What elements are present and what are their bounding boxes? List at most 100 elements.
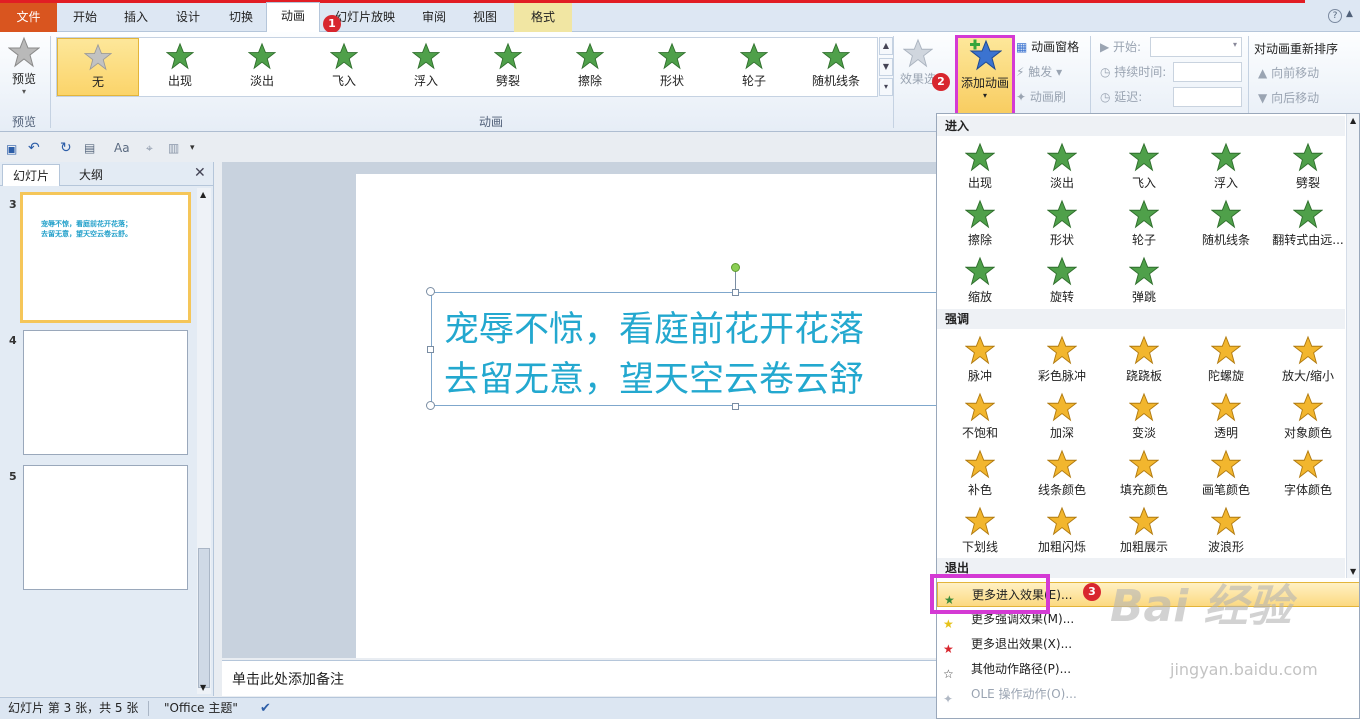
tab-home[interactable]: 开始 [62, 3, 108, 32]
tab-design[interactable]: 设计 [165, 3, 211, 32]
resize-handle[interactable] [426, 287, 435, 296]
preview-button[interactable]: 预览 ▾ [4, 36, 44, 110]
effect-item[interactable]: 加深 [1021, 388, 1103, 444]
gallery-item[interactable]: 浮入 [385, 38, 467, 96]
effect-item[interactable]: 跷跷板 [1103, 331, 1185, 387]
effect-item[interactable]: 随机线条 [1185, 195, 1267, 251]
gallery-item[interactable]: 形状 [631, 38, 713, 96]
gallery-item[interactable]: 出现 [139, 38, 221, 96]
gallery-scroll-up[interactable]: ▲ [879, 37, 893, 55]
gallery-more[interactable]: ▾ [879, 78, 893, 96]
effect-item[interactable]: 放大/缩小 [1267, 331, 1349, 387]
effect-item[interactable]: 线条颜色 [1021, 445, 1103, 501]
duration-input[interactable] [1173, 62, 1242, 82]
trigger-button[interactable]: ⚡ 触发 ▾ [1016, 61, 1062, 83]
delay-input[interactable] [1173, 87, 1242, 107]
effect-item[interactable]: 波浪形 [1185, 502, 1267, 558]
text-box[interactable]: 宠辱不惊，看庭前花开花落 去留无意，望天空云卷云舒 [431, 292, 951, 406]
slide-thumbnail[interactable]: 宠辱不惊，看庭前花开花落； 去留无意，望天空云卷云舒。 [20, 192, 191, 323]
tab-transitions[interactable]: 切换 [218, 3, 264, 32]
dropdown-scrollbar[interactable]: ▲ ▼ [1346, 114, 1359, 578]
move-later-button[interactable]: ▼ 向后移动 [1258, 87, 1319, 109]
scroll-up-icon[interactable]: ▲ [1350, 116, 1356, 125]
scroll-thumb[interactable] [198, 548, 210, 688]
effect-item[interactable]: 加粗展示 [1103, 502, 1185, 558]
tab-view[interactable]: 视图 [463, 3, 507, 32]
effect-item[interactable]: 透明 [1185, 388, 1267, 444]
tab-slides[interactable]: 幻灯片 [2, 164, 60, 186]
crop-icon[interactable]: ⌖ [146, 141, 153, 156]
effect-item[interactable]: 弹跳 [1103, 252, 1185, 308]
effect-item[interactable]: 旋转 [1021, 252, 1103, 308]
effect-item[interactable]: 画笔颜色 [1185, 445, 1267, 501]
effect-item[interactable]: 轮子 [1103, 195, 1185, 251]
spell-icon[interactable]: Aa [114, 141, 130, 155]
align-icon[interactable]: ▥ [168, 141, 179, 155]
collapse-ribbon-icon[interactable]: ▲ [1346, 9, 1353, 19]
start-select[interactable]: ▾ [1150, 37, 1242, 57]
effect-item[interactable]: 字体颜色 [1267, 445, 1349, 501]
slide-text-line[interactable]: 宠辱不惊，看庭前花开花落 [444, 301, 864, 352]
gallery-item[interactable]: 飞入 [303, 38, 385, 96]
ole-action-verbs[interactable]: ✦ OLE 操作动作(O)... [937, 682, 1359, 707]
resize-handle[interactable] [427, 346, 434, 353]
resize-handle[interactable] [426, 401, 435, 410]
animation-pane-button[interactable]: ▦ 动画窗格 [1016, 36, 1079, 58]
notes-pane[interactable]: 单击此处添加备注 [222, 660, 936, 696]
effect-item[interactable]: 对象颜色 [1267, 388, 1349, 444]
slide-text-line[interactable]: 去留无意，望天空云卷云舒 [444, 351, 864, 402]
effect-item[interactable]: 翻转式由远... [1267, 195, 1349, 251]
resize-handle[interactable] [732, 403, 739, 410]
slide-canvas[interactable]: 宠辱不惊，看庭前花开花落 去留无意，望天空云卷云舒 [356, 174, 951, 658]
gallery-item[interactable]: 随机线条 [795, 38, 877, 96]
slideshow-icon[interactable]: ▤ [84, 141, 95, 155]
tab-outline[interactable]: 大纲 [62, 164, 120, 186]
move-earlier-button[interactable]: ▲ 向前移动 [1258, 62, 1319, 84]
effect-item[interactable]: 浮入 [1185, 138, 1267, 194]
effect-item[interactable]: 劈裂 [1267, 138, 1349, 194]
tab-review[interactable]: 审阅 [412, 3, 456, 32]
effect-options-button[interactable]: 效果选 [898, 36, 938, 106]
customize-qat-icon[interactable]: ▾ [190, 143, 195, 153]
animation-painter-button[interactable]: ✦ 动画刷 [1016, 86, 1066, 108]
effect-item[interactable]: 形状 [1021, 195, 1103, 251]
effect-item[interactable]: 陀螺旋 [1185, 331, 1267, 387]
scroll-down-icon[interactable]: ▼ [200, 683, 206, 692]
close-icon[interactable]: ✕ [194, 165, 206, 181]
tab-format[interactable]: 格式 [514, 3, 572, 32]
rotate-handle[interactable] [731, 263, 740, 272]
slide-thumbnail[interactable] [23, 330, 188, 455]
more-exit-effects[interactable]: ★ 更多退出效果(X)... [937, 632, 1359, 657]
effect-item[interactable]: 脉冲 [939, 331, 1021, 387]
effect-item[interactable]: 变淡 [1103, 388, 1185, 444]
tab-insert[interactable]: 插入 [113, 3, 159, 32]
help-icon[interactable]: ? [1328, 9, 1342, 23]
effect-item[interactable]: 擦除 [939, 195, 1021, 251]
effect-item[interactable]: 不饱和 [939, 388, 1021, 444]
tab-animations[interactable]: 动画 [266, 2, 320, 36]
redo-icon[interactable]: ↻ [60, 140, 72, 156]
gallery-item[interactable]: 轮子 [713, 38, 795, 96]
effect-item[interactable]: 淡出 [1021, 138, 1103, 194]
gallery-item[interactable]: 劈裂 [467, 38, 549, 96]
gallery-item[interactable]: 淡出 [221, 38, 303, 96]
scroll-up-icon[interactable]: ▲ [200, 190, 206, 199]
spell-check-icon[interactable]: ✔ [260, 698, 271, 719]
gallery-item[interactable]: 擦除 [549, 38, 631, 96]
effect-item[interactable]: 下划线 [939, 502, 1021, 558]
gallery-item[interactable]: 无 [57, 38, 139, 96]
effect-item[interactable]: 缩放 [939, 252, 1021, 308]
effect-item[interactable]: 补色 [939, 445, 1021, 501]
slides-scrollbar[interactable]: ▲ ▼ [197, 188, 211, 694]
undo-icon[interactable]: ↶ [28, 140, 40, 156]
scroll-down-icon[interactable]: ▼ [1350, 567, 1356, 576]
effect-item[interactable]: 彩色脉冲 [1021, 331, 1103, 387]
effect-item[interactable]: 飞入 [1103, 138, 1185, 194]
gallery-scroll-down[interactable]: ▼ [879, 58, 893, 76]
effect-item[interactable]: 加粗闪烁 [1021, 502, 1103, 558]
effect-item[interactable]: 出现 [939, 138, 1021, 194]
tab-file[interactable]: 文件 [0, 3, 57, 32]
tab-slideshow[interactable]: 幻灯片放映 [330, 3, 400, 32]
save-icon[interactable]: ▣ [6, 142, 17, 156]
add-animation-button[interactable]: 添加动画 ▾ [955, 35, 1015, 121]
